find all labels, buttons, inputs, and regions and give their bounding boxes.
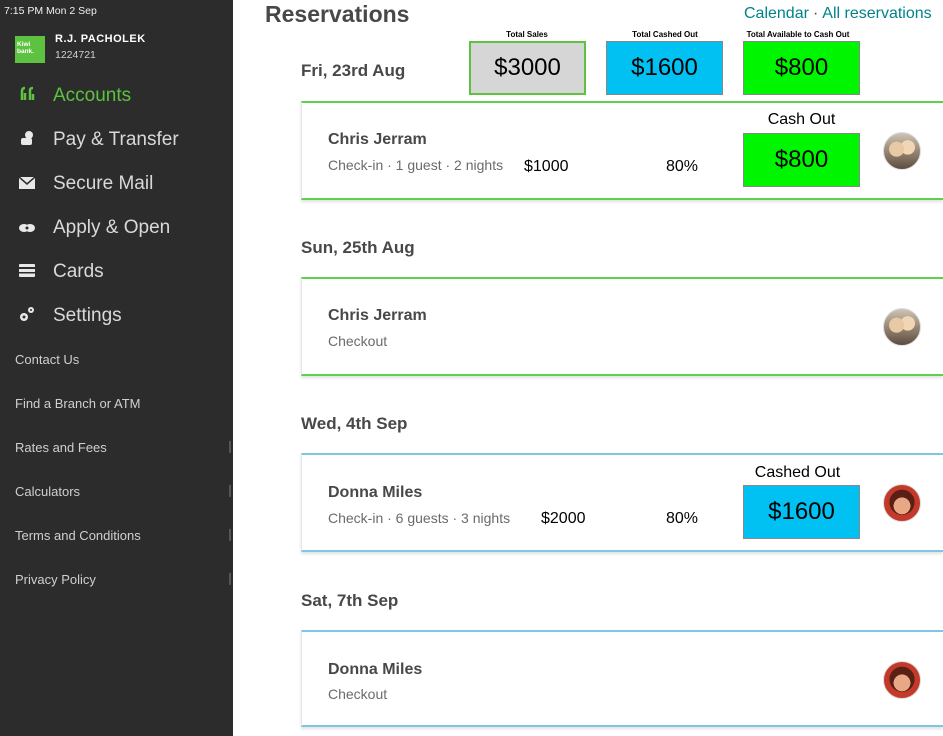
guest-avatar	[883, 132, 921, 170]
day-heading: Sat, 7th Sep	[301, 591, 399, 610]
guest-name: Donna Miles	[328, 484, 423, 501]
sidebar-link-rates-fees[interactable]: Rates and Fees	[15, 437, 107, 457]
sidebar: 7:15 PM Mon 2 Sep Kiwi bank. R.J. PACHOL…	[0, 0, 233, 736]
all-reservations-link[interactable]: All reservations	[822, 5, 931, 22]
guest-name: Donna Miles	[328, 661, 423, 678]
guest-avatar	[883, 661, 921, 699]
sidebar-item-label: Settings	[53, 305, 122, 326]
sidebar-item-label: Secure Mail	[53, 173, 154, 194]
total-sales-label: Total Sales	[506, 30, 548, 39]
sidebar-item-accounts[interactable]: Accounts	[15, 82, 131, 110]
day-heading: Wed, 4th Sep	[301, 414, 408, 433]
guest-name: Chris Jerram	[328, 131, 427, 148]
link-separator: ·	[812, 5, 819, 22]
status-time-date: 7:15 PM Mon 2 Sep	[4, 5, 97, 17]
pay-transfer-icon	[15, 130, 39, 150]
total-available-box: $800	[743, 41, 860, 95]
sidebar-link-calculators[interactable]: Calculators	[15, 481, 80, 501]
mail-icon	[15, 175, 39, 193]
reservation-detail: Checkout	[328, 686, 388, 702]
reservation-card[interactable]: Donna Miles Checkout	[301, 630, 943, 727]
cash-out-label: Cash Out	[767, 111, 836, 128]
cashed-out-label: Cashed Out	[754, 464, 841, 481]
reservation-card[interactable]: Chris Jerram Check-in · 1 guest · 2 nigh…	[301, 101, 943, 200]
sidebar-link-find-branch[interactable]: Find a Branch or ATM	[15, 393, 140, 413]
guest-avatar	[883, 484, 921, 522]
view-links: Calendar · All reservations	[744, 5, 932, 23]
main-content: Reservations Calendar · All reservations T…	[233, 0, 943, 736]
sidebar-item-apply-open[interactable]: Apply & Open	[15, 214, 170, 242]
sidebar-item-label: Apply & Open	[53, 217, 171, 238]
reservation-detail: Check-in · 1 guest · 2 nights	[328, 157, 504, 173]
sidebar-item-label: Pay & Transfer	[53, 129, 179, 150]
reservation-card[interactable]: Donna Miles Check-in · 6 guests · 3 nigh…	[301, 453, 943, 552]
total-sales-box: $3000	[469, 41, 586, 95]
sidebar-item-cards[interactable]: Cards	[15, 258, 104, 286]
cashed-out-box: $1600	[743, 485, 860, 539]
reservation-card[interactable]: Chris Jerram Checkout	[301, 277, 943, 376]
guest-avatar	[883, 308, 921, 346]
user-id: 1224721	[55, 49, 96, 61]
reservation-percent: 80%	[666, 510, 699, 527]
total-cashed-out-box: $1600	[606, 41, 723, 95]
sidebar-item-settings[interactable]: Settings	[15, 302, 122, 330]
reservation-amount: $2000	[541, 510, 586, 527]
sidebar-item-label: Cards	[53, 261, 104, 282]
reservation-amount: $1000	[524, 158, 569, 175]
sidebar-item-label: Accounts	[53, 85, 132, 106]
reservation-detail: Check-in · 6 guests · 3 nights	[328, 510, 511, 526]
reservation-percent: 80%	[666, 158, 699, 175]
bank-logo: Kiwi bank.	[15, 36, 45, 63]
gear-icon	[15, 306, 39, 326]
apply-icon	[15, 220, 39, 237]
total-cashed-out-label: Total Cashed Out	[632, 30, 698, 39]
page-title: Reservations	[265, 1, 410, 27]
day-heading: Sun, 25th Aug	[301, 238, 415, 257]
sidebar-link-contact-us[interactable]: Contact Us	[15, 349, 79, 369]
user-name: R.J. PACHOLEK	[55, 33, 146, 45]
guest-name: Chris Jerram	[328, 307, 427, 324]
total-available-label: Total Available to Cash Out	[746, 30, 850, 39]
sidebar-link-terms[interactable]: Terms and Conditions	[15, 525, 141, 545]
sidebar-item-pay-transfer[interactable]: Pay & Transfer	[15, 126, 179, 154]
reservation-detail: Checkout	[328, 333, 388, 349]
accounts-icon	[15, 86, 39, 106]
sidebar-link-privacy[interactable]: Privacy Policy	[15, 569, 96, 589]
cash-out-button[interactable]: $800	[743, 133, 860, 187]
sidebar-item-secure-mail[interactable]: Secure Mail	[15, 170, 153, 198]
calendar-link[interactable]: Calendar	[744, 5, 809, 22]
day-heading: Fri, 23rd Aug	[301, 61, 406, 80]
card-icon	[15, 263, 39, 281]
